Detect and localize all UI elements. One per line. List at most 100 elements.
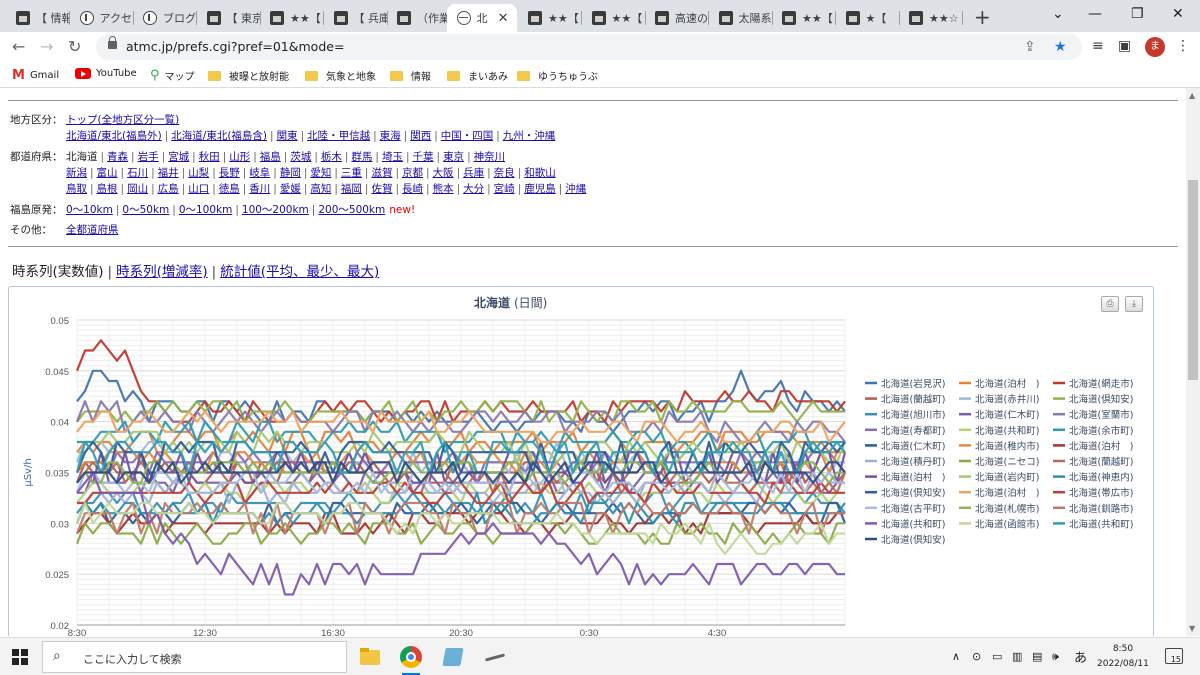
- url-text[interactable]: atmc.jp/prefs.cgi?pref=01&mode=: [126, 39, 344, 54]
- prefecture-link[interactable]: 栃木: [321, 151, 342, 163]
- all-prefectures-link[interactable]: 全都道府県: [66, 224, 119, 236]
- prefecture-link[interactable]: 茨城: [290, 151, 311, 163]
- browser-tab[interactable]: 【 東京: [197, 4, 260, 32]
- prefecture-link[interactable]: 千葉: [413, 151, 434, 163]
- windows-start-icon[interactable]: [12, 649, 28, 665]
- prefecture-link[interactable]: 山形: [229, 151, 250, 163]
- prefecture-link[interactable]: 広島: [158, 183, 179, 195]
- bookmark-item[interactable]: M Gmail: [12, 68, 59, 83]
- bookmark-item[interactable]: YouTube: [75, 68, 137, 79]
- browser-tab[interactable]: ブログ: [133, 4, 196, 32]
- prefecture-link[interactable]: 岐阜: [249, 167, 270, 179]
- chevron-up-icon[interactable]: ∧: [952, 650, 960, 663]
- bookmark-item[interactable]: 被曝と放射能: [208, 68, 289, 83]
- ime-indicator[interactable]: あ: [1074, 647, 1087, 666]
- prefecture-link[interactable]: 石川: [127, 167, 148, 179]
- browser-tab[interactable]: ★★【: [582, 4, 645, 32]
- prefecture-link[interactable]: 兵庫: [463, 167, 484, 179]
- prefecture-link[interactable]: 岩手: [138, 151, 159, 163]
- prefecture-link[interactable]: 島根: [97, 183, 118, 195]
- prefecture-link[interactable]: 富山: [97, 167, 118, 179]
- taskbar-clock[interactable]: 8:50 2022/08/11: [1097, 642, 1149, 672]
- prefecture-link[interactable]: 香川: [249, 183, 270, 195]
- prefecture-link[interactable]: 岡山: [127, 183, 148, 195]
- page-scrollbar[interactable]: ▲ ▼: [1186, 88, 1200, 636]
- bookmark-item[interactable]: まいあみ: [447, 68, 508, 83]
- notes-app-icon[interactable]: [440, 644, 466, 670]
- side-panel-icon[interactable]: ▣: [1118, 38, 1131, 54]
- region-link[interactable]: 九州・沖縄: [503, 130, 556, 142]
- scrollbar-thumb[interactable]: [1188, 180, 1198, 380]
- display-icon[interactable]: ▥: [1012, 650, 1022, 663]
- fukushima-range-link[interactable]: 0〜100km: [179, 204, 233, 216]
- prefecture-link[interactable]: 京都: [402, 167, 423, 179]
- minimize-button[interactable]: —: [1088, 6, 1102, 22]
- prefecture-link[interactable]: 鳥取: [66, 183, 87, 195]
- prefecture-link[interactable]: 沖縄: [565, 183, 586, 195]
- browser-tab[interactable]: ★★【: [518, 4, 581, 32]
- view-rate-link[interactable]: 時系列(増減率): [116, 264, 208, 280]
- scroll-down-arrow-icon[interactable]: ▼: [1189, 624, 1195, 633]
- browser-tab[interactable]: 高速の: [645, 4, 708, 32]
- region-link[interactable]: 北陸・甲信越: [307, 130, 370, 142]
- region-link[interactable]: 関西: [410, 130, 431, 142]
- prefecture-link[interactable]: 愛媛: [280, 183, 301, 195]
- prefecture-link[interactable]: 青森: [107, 151, 128, 163]
- bookmark-item[interactable]: ⚲ マップ: [150, 68, 195, 83]
- speaker-icon[interactable]: 🕪: [1052, 650, 1059, 664]
- notification-center-icon[interactable]: 15: [1165, 648, 1183, 664]
- region-link[interactable]: 関東: [277, 130, 298, 142]
- prefecture-link[interactable]: 徳島: [219, 183, 240, 195]
- new-tab-button[interactable]: +: [974, 5, 991, 29]
- region-link[interactable]: 北海道/東北(福島外): [66, 130, 162, 142]
- region-link[interactable]: 北海道/東北(福島含): [171, 130, 267, 142]
- browser-tab[interactable]: アクセ: [70, 4, 133, 32]
- prefecture-link[interactable]: 群馬: [351, 151, 372, 163]
- address-bar[interactable]: atmc.jp/prefs.cgi?pref=01&mode= ⇪ ★: [96, 34, 1082, 60]
- browser-tab[interactable]: ★【: [836, 4, 899, 32]
- airplane-app-icon[interactable]: [482, 644, 508, 670]
- avatar[interactable]: ま: [1145, 37, 1165, 57]
- taskbar-search[interactable]: ⌕ ここに入力して検索: [42, 641, 347, 673]
- meet-now-icon[interactable]: ⊙: [972, 650, 981, 663]
- bookmark-star-icon[interactable]: ★: [1054, 39, 1067, 55]
- prefecture-link[interactable]: 滋賀: [371, 167, 392, 179]
- prefecture-link[interactable]: 熊本: [433, 183, 454, 195]
- browser-tab[interactable]: 【 兵庫: [324, 4, 387, 32]
- prefecture-link[interactable]: 福岡: [341, 183, 362, 195]
- reading-list-icon[interactable]: ≡: [1092, 38, 1104, 54]
- browser-tab[interactable]: （作業: [387, 4, 450, 32]
- restore-button[interactable]: ❐: [1131, 6, 1144, 22]
- browser-tab[interactable]: ★★【: [772, 4, 835, 32]
- forward-arrow-icon[interactable]: →: [40, 37, 53, 56]
- lock-icon[interactable]: [108, 36, 117, 49]
- prefecture-link[interactable]: 大阪: [433, 167, 454, 179]
- more-menu-icon[interactable]: ⋮: [1176, 38, 1190, 54]
- close-tab-icon[interactable]: ✕: [498, 11, 509, 26]
- print-icon[interactable]: ⎙: [1101, 296, 1119, 312]
- bookmark-item[interactable]: 情報: [390, 68, 431, 83]
- fukushima-range-link[interactable]: 200〜500km: [318, 204, 385, 216]
- browser-tab[interactable]: ★★☆: [899, 4, 962, 32]
- prefecture-link[interactable]: 奈良: [494, 167, 515, 179]
- fukushima-range-link[interactable]: 100〜200km: [242, 204, 309, 216]
- prefecture-link[interactable]: 福井: [158, 167, 179, 179]
- prefecture-link[interactable]: 長野: [219, 167, 240, 179]
- prefecture-link[interactable]: 新潟: [66, 167, 87, 179]
- prefecture-link[interactable]: 三重: [341, 167, 362, 179]
- chrome-icon[interactable]: [398, 644, 424, 675]
- reload-icon[interactable]: ↻: [68, 37, 81, 56]
- prefecture-link[interactable]: 鹿児島: [524, 183, 556, 195]
- prefecture-link[interactable]: 埼玉: [382, 151, 403, 163]
- prefecture-link[interactable]: 和歌山: [524, 167, 556, 179]
- prefecture-link[interactable]: 神奈川: [474, 151, 506, 163]
- bookmark-item[interactable]: 気象と地象: [305, 68, 376, 83]
- fukushima-range-link[interactable]: 0〜10km: [66, 204, 113, 216]
- back-arrow-icon[interactable]: ←: [12, 37, 25, 56]
- prefecture-link[interactable]: 東京: [443, 151, 464, 163]
- prefecture-link[interactable]: 山口: [188, 183, 209, 195]
- view-stats-link[interactable]: 統計値(平均、最少、最大): [220, 264, 379, 280]
- prefecture-link[interactable]: 長崎: [402, 183, 423, 195]
- prefecture-link[interactable]: 福島: [260, 151, 281, 163]
- close-window-button[interactable]: ✕: [1172, 6, 1184, 22]
